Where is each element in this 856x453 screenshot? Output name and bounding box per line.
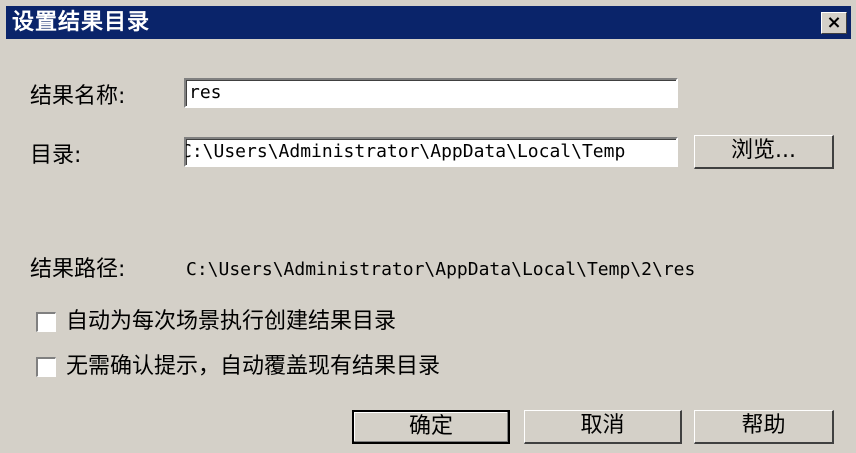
result-path-value: C:\Users\Administrator\AppData\Local\Tem… xyxy=(186,259,696,280)
directory-label: 目录: xyxy=(30,143,82,168)
help-button[interactable]: 帮助 xyxy=(694,410,834,444)
overwrite-checkbox[interactable] xyxy=(36,357,56,377)
result-name-label: 结果名称: xyxy=(30,84,126,109)
title-bar: 设置结果目录 × xyxy=(6,6,851,39)
cancel-button[interactable]: 取消 xyxy=(524,410,682,444)
browse-button[interactable]: 浏览... xyxy=(694,135,834,169)
auto-create-checkbox[interactable] xyxy=(36,312,56,332)
directory-input[interactable]: C:\Users\Administrator\AppData\Local\Tem… xyxy=(184,137,678,167)
close-button[interactable]: × xyxy=(821,12,847,34)
close-icon: × xyxy=(826,12,842,33)
result-name-input[interactable]: res xyxy=(184,78,678,108)
overwrite-label[interactable]: 无需确认提示，自动覆盖现有结果目录 xyxy=(66,354,440,380)
result-path-label: 结果路径: xyxy=(30,257,126,282)
set-result-directory-dialog: 设置结果目录 × 结果名称: res 目录: C:\Users\Administ… xyxy=(0,0,856,453)
ok-button[interactable]: 确定 xyxy=(352,410,510,444)
auto-create-label[interactable]: 自动为每次场景执行创建结果目录 xyxy=(66,309,396,335)
dialog-title: 设置结果目录 xyxy=(12,10,151,35)
